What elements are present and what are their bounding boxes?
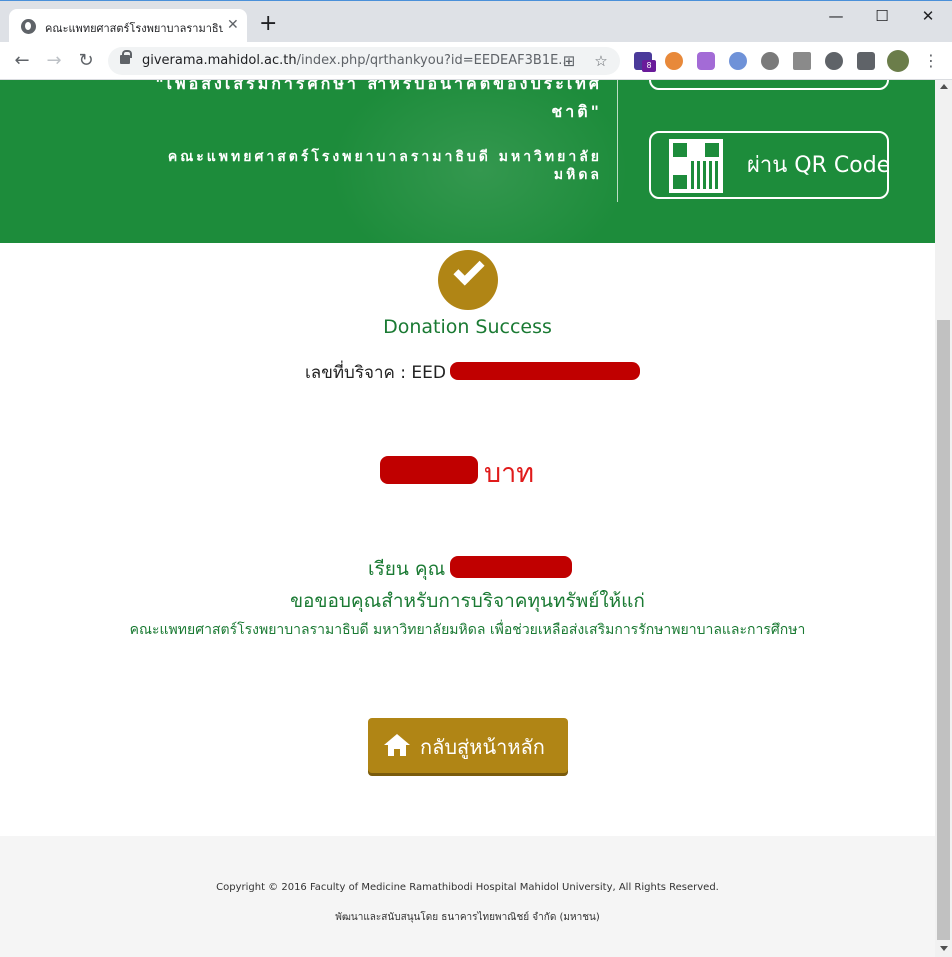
address-bar[interactable]: giverama.mahidol.ac.th/index.php/qrthank…	[108, 47, 620, 75]
lock-icon[interactable]	[120, 50, 132, 64]
extension-badge: 8	[642, 60, 656, 72]
back-arrow-icon[interactable]: ←	[11, 50, 33, 72]
success-title: Donation Success	[383, 316, 552, 338]
header-banner: "เพื่อส่งเสริมการศึกษา สำหรับอนาคตของประ…	[0, 80, 935, 243]
extension-purple-icon[interactable]	[697, 52, 715, 70]
copyright-text: Copyright © 2016 Faculty of Medicine Ram…	[216, 882, 719, 893]
extension-blue-icon[interactable]	[729, 52, 747, 70]
browser-toolbar: ← → ↻ giverama.mahidol.ac.th/index.php/q…	[0, 42, 952, 80]
vertical-scrollbar[interactable]	[935, 80, 952, 957]
home-icon	[384, 734, 410, 756]
forward-arrow-icon[interactable]: →	[43, 50, 65, 72]
tab-title: คณะแพทยศาสตร์โรงพยาบาลรามาธิบดี	[45, 22, 223, 35]
page-footer: Copyright © 2016 Faculty of Medicine Ram…	[0, 836, 935, 957]
donation-ref-label: เลขที่บริจาค : EED	[305, 363, 446, 383]
star-icon[interactable]: ☆	[592, 52, 610, 70]
redacted-ref-number	[450, 362, 640, 380]
banner-faculty-name: คณะแพทยศาสตร์โรงพยาบาลรามาธิบดี มหาวิทยา…	[167, 149, 602, 183]
thanks-note: คณะแพทยศาสตร์โรงพยาบาลรามาธิบดี มหาวิทยา…	[129, 622, 806, 638]
banner-divider	[617, 80, 618, 202]
banner-slogan-line1: "เพื่อส่งเสริมการศึกษา สำหรับอนาคตของประ…	[155, 80, 602, 93]
scroll-down-arrow-icon[interactable]	[940, 946, 948, 951]
tab-close-icon[interactable]: ✕	[227, 17, 239, 33]
extension-recycle-icon[interactable]	[825, 52, 843, 70]
close-window-button[interactable]: ✕	[905, 5, 951, 29]
url-text[interactable]: giverama.mahidol.ac.th/index.php/qrthank…	[142, 53, 571, 68]
url-host: giverama.mahidol.ac.th	[142, 53, 297, 68]
amount-unit: บาท	[484, 458, 535, 489]
browser-tab[interactable]: คณะแพทยศาสตร์โรงพยาบาลรามาธิบดี ✕	[9, 9, 247, 43]
extension-gear-icon[interactable]	[761, 52, 779, 70]
scroll-up-arrow-icon[interactable]	[940, 84, 948, 89]
dear-label: เรียน คุณ	[368, 558, 446, 580]
developer-credit: พัฒนาและสนับสนุนโดย ธนาคารไทยพาณิชย์ จำก…	[335, 912, 600, 923]
new-tab-button[interactable]: +	[259, 13, 277, 35]
back-to-home-button[interactable]: กลับสู่หน้าหลัก	[368, 718, 568, 773]
back-to-home-label: กลับสู่หน้าหลัก	[420, 735, 545, 759]
translate-icon[interactable]: ⊞	[560, 52, 578, 70]
profile-avatar[interactable]	[887, 50, 909, 72]
extension-bot-icon[interactable]	[665, 52, 683, 70]
maximize-button[interactable]: ☐	[859, 5, 905, 29]
tab-bar: คณะแพทยศาสตร์โรงพยาบาลรามาธิบดี ✕ + — ☐ …	[0, 0, 952, 43]
banner-top-button[interactable]	[649, 80, 889, 90]
minimize-button[interactable]: —	[813, 5, 859, 29]
qr-code-button-label: ผ่าน QR Code	[747, 153, 891, 178]
extension-v-icon[interactable]	[793, 52, 811, 70]
thanks-message: ขอขอบคุณสำหรับการบริจาคทุนทรัพย์ให้แก่	[290, 590, 645, 612]
success-check-icon	[438, 250, 498, 310]
qr-code-button[interactable]: ผ่าน QR Code	[649, 131, 891, 199]
page-content: "เพื่อส่งเสริมการศึกษา สำหรับอนาคตของประ…	[0, 80, 935, 957]
globe-icon	[21, 19, 36, 34]
redacted-amount	[380, 456, 478, 484]
reload-icon[interactable]: ↻	[75, 50, 97, 72]
extensions-puzzle-icon[interactable]	[857, 52, 875, 70]
redacted-donor-name	[450, 556, 572, 578]
qr-code-icon	[669, 139, 723, 193]
url-path: /index.php/qrthankyou?id=EEDEAF3B1E...	[296, 53, 571, 68]
banner-slogan-line2: ชาติ"	[551, 102, 602, 121]
menu-dots-icon[interactable]: ⋮	[923, 50, 939, 72]
scroll-thumb[interactable]	[937, 320, 950, 940]
